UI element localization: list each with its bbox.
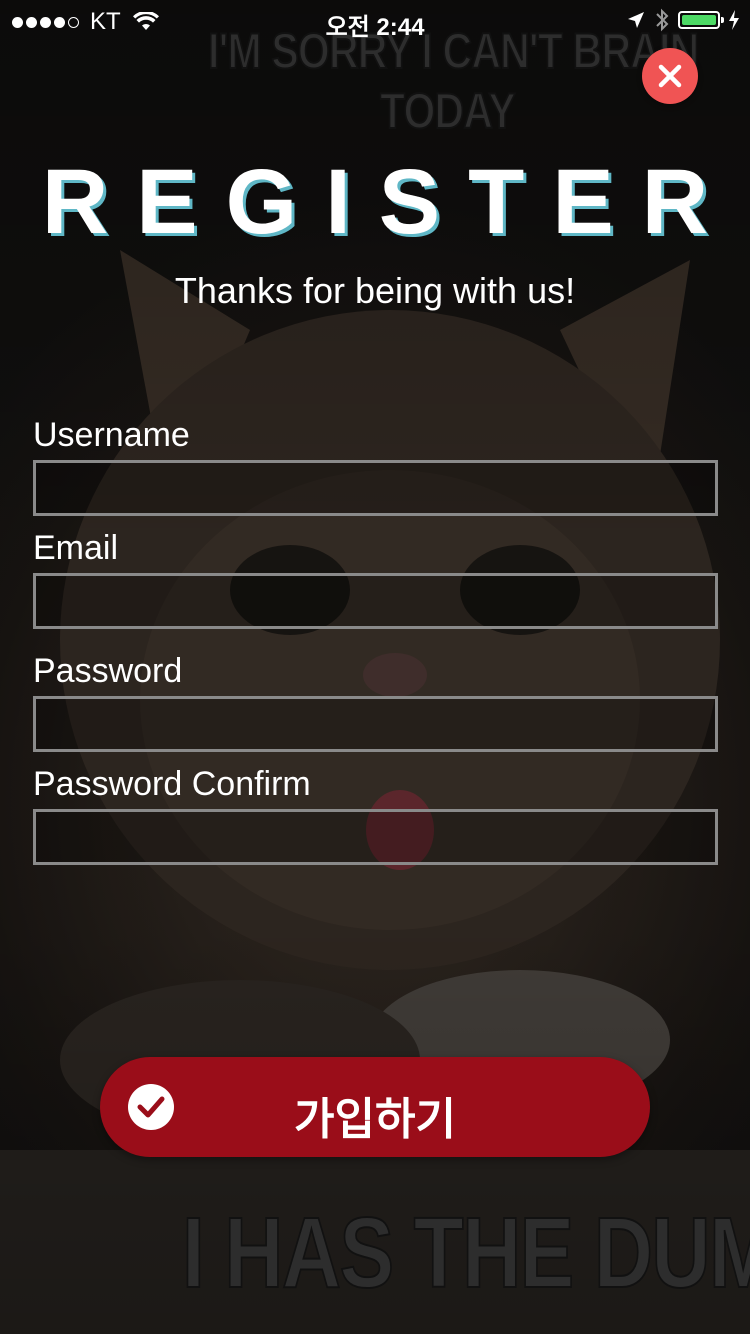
register-submit-label: 가입하기 <box>294 1094 456 1145</box>
charging-bolt-icon <box>729 10 739 30</box>
status-bar-right <box>626 8 740 32</box>
page-title: REGISTER <box>41 151 737 253</box>
password-label: Password <box>33 652 183 690</box>
password-input[interactable] <box>33 696 718 752</box>
page-subtitle: Thanks for being with us! <box>174 270 576 311</box>
email-input[interactable] <box>33 573 718 629</box>
username-label: Username <box>33 416 190 454</box>
bluetooth-icon <box>656 8 669 32</box>
username-input[interactable] <box>33 460 718 516</box>
status-bar: KT 오전 2:44 <box>0 0 750 41</box>
battery-level <box>682 15 716 25</box>
email-label: Email <box>33 529 119 567</box>
close-icon <box>658 64 682 88</box>
meme-caption-top-line2: TODAY <box>379 82 516 140</box>
close-button[interactable] <box>642 48 698 104</box>
password-confirm-label: Password Confirm <box>33 765 311 803</box>
meme-caption-bottom: I HAS THE DUMB <box>181 1196 750 1310</box>
battery-icon <box>678 11 724 29</box>
register-submit-button[interactable]: 가입하기 <box>100 1057 650 1157</box>
password-confirm-input[interactable] <box>33 809 718 865</box>
location-arrow-icon <box>628 12 644 28</box>
